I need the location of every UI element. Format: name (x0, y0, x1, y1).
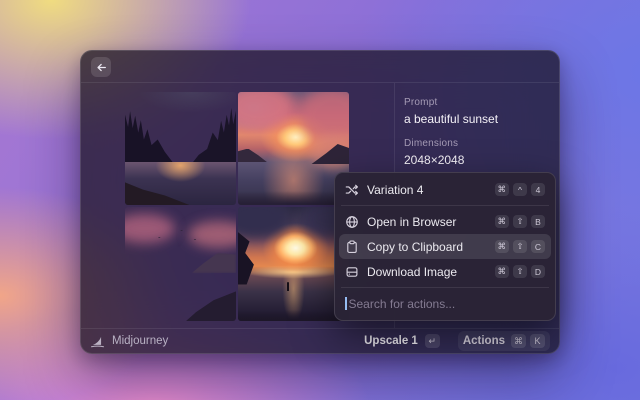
prompt-label: Prompt (404, 97, 547, 108)
action-search-input[interactable] (349, 297, 546, 311)
key-badge: D (531, 265, 545, 278)
bird-silhouette: ˇ (194, 241, 196, 245)
globe-icon (345, 215, 359, 229)
actions-button[interactable]: Actions ⌘ K (458, 331, 550, 351)
key-badge: ⌘ (495, 265, 510, 278)
window-header (81, 51, 559, 83)
arrow-left-icon (96, 62, 107, 73)
key-badge: ⌘ (495, 215, 510, 228)
k-key-badge: K (530, 334, 545, 348)
key-badge: 4 (531, 183, 545, 196)
bird-silhouette: ˇ (181, 232, 183, 236)
cmd-key-badge: ⌘ (511, 334, 526, 348)
bird-silhouette: ˇ (158, 239, 160, 243)
actions-popup-menu: Variation 4 ⌘ ^ 4 Open in Browser ⌘ ⇧ B … (334, 172, 556, 321)
app-name: Midjourney (112, 335, 168, 347)
image-variant-3[interactable]: ˇ ˇ ˇ (125, 207, 236, 321)
clipboard-icon (345, 240, 359, 254)
menu-item-label: Download Image (367, 265, 487, 279)
menu-item-label: Variation 4 (367, 183, 487, 197)
image-grid: ˇ ˇ ˇ (125, 92, 349, 321)
key-badge: ⌘ (495, 240, 510, 253)
dimensions-value: 2048×2048 (404, 153, 547, 167)
menu-item-variation-4[interactable]: Variation 4 ⌘ ^ 4 (339, 177, 551, 202)
back-button[interactable] (91, 57, 111, 77)
action-search-row (339, 291, 551, 316)
image-variant-2[interactable] (238, 92, 349, 205)
footer-bar: Midjourney Upscale 1 ↵ Actions ⌘ K (81, 328, 559, 353)
menu-item-label: Copy to Clipboard (367, 240, 487, 254)
key-badge: C (531, 240, 545, 253)
key-badge: B (531, 215, 545, 228)
menu-divider (341, 287, 549, 288)
menu-item-label: Open in Browser (367, 215, 487, 229)
menu-item-open-in-browser[interactable]: Open in Browser ⌘ ⇧ B (339, 209, 551, 234)
image-variant-4[interactable] (238, 207, 349, 321)
key-badge: ⇧ (513, 265, 527, 278)
image-variant-1[interactable] (125, 92, 236, 205)
person-silhouette (287, 282, 290, 291)
key-badge: ⌘ (495, 183, 510, 196)
menu-item-copy-to-clipboard[interactable]: Copy to Clipboard ⌘ ⇧ C (339, 234, 551, 259)
dimensions-label: Dimensions (404, 138, 547, 149)
menu-divider (341, 205, 549, 206)
prompt-value: a beautiful sunset (404, 112, 547, 126)
key-badge: ⇧ (513, 240, 527, 253)
shuffle-icon (345, 183, 359, 197)
primary-action-label[interactable]: Upscale 1 (364, 335, 418, 347)
key-badge: ⇧ (513, 215, 527, 228)
actions-button-label: Actions (463, 335, 505, 347)
midjourney-logo-icon (90, 334, 105, 349)
key-badge: ^ (513, 183, 527, 196)
text-cursor (345, 297, 347, 310)
return-key-badge: ↵ (425, 334, 440, 348)
menu-item-download-image[interactable]: Download Image ⌘ ⇧ D (339, 259, 551, 284)
drive-icon (345, 265, 359, 279)
